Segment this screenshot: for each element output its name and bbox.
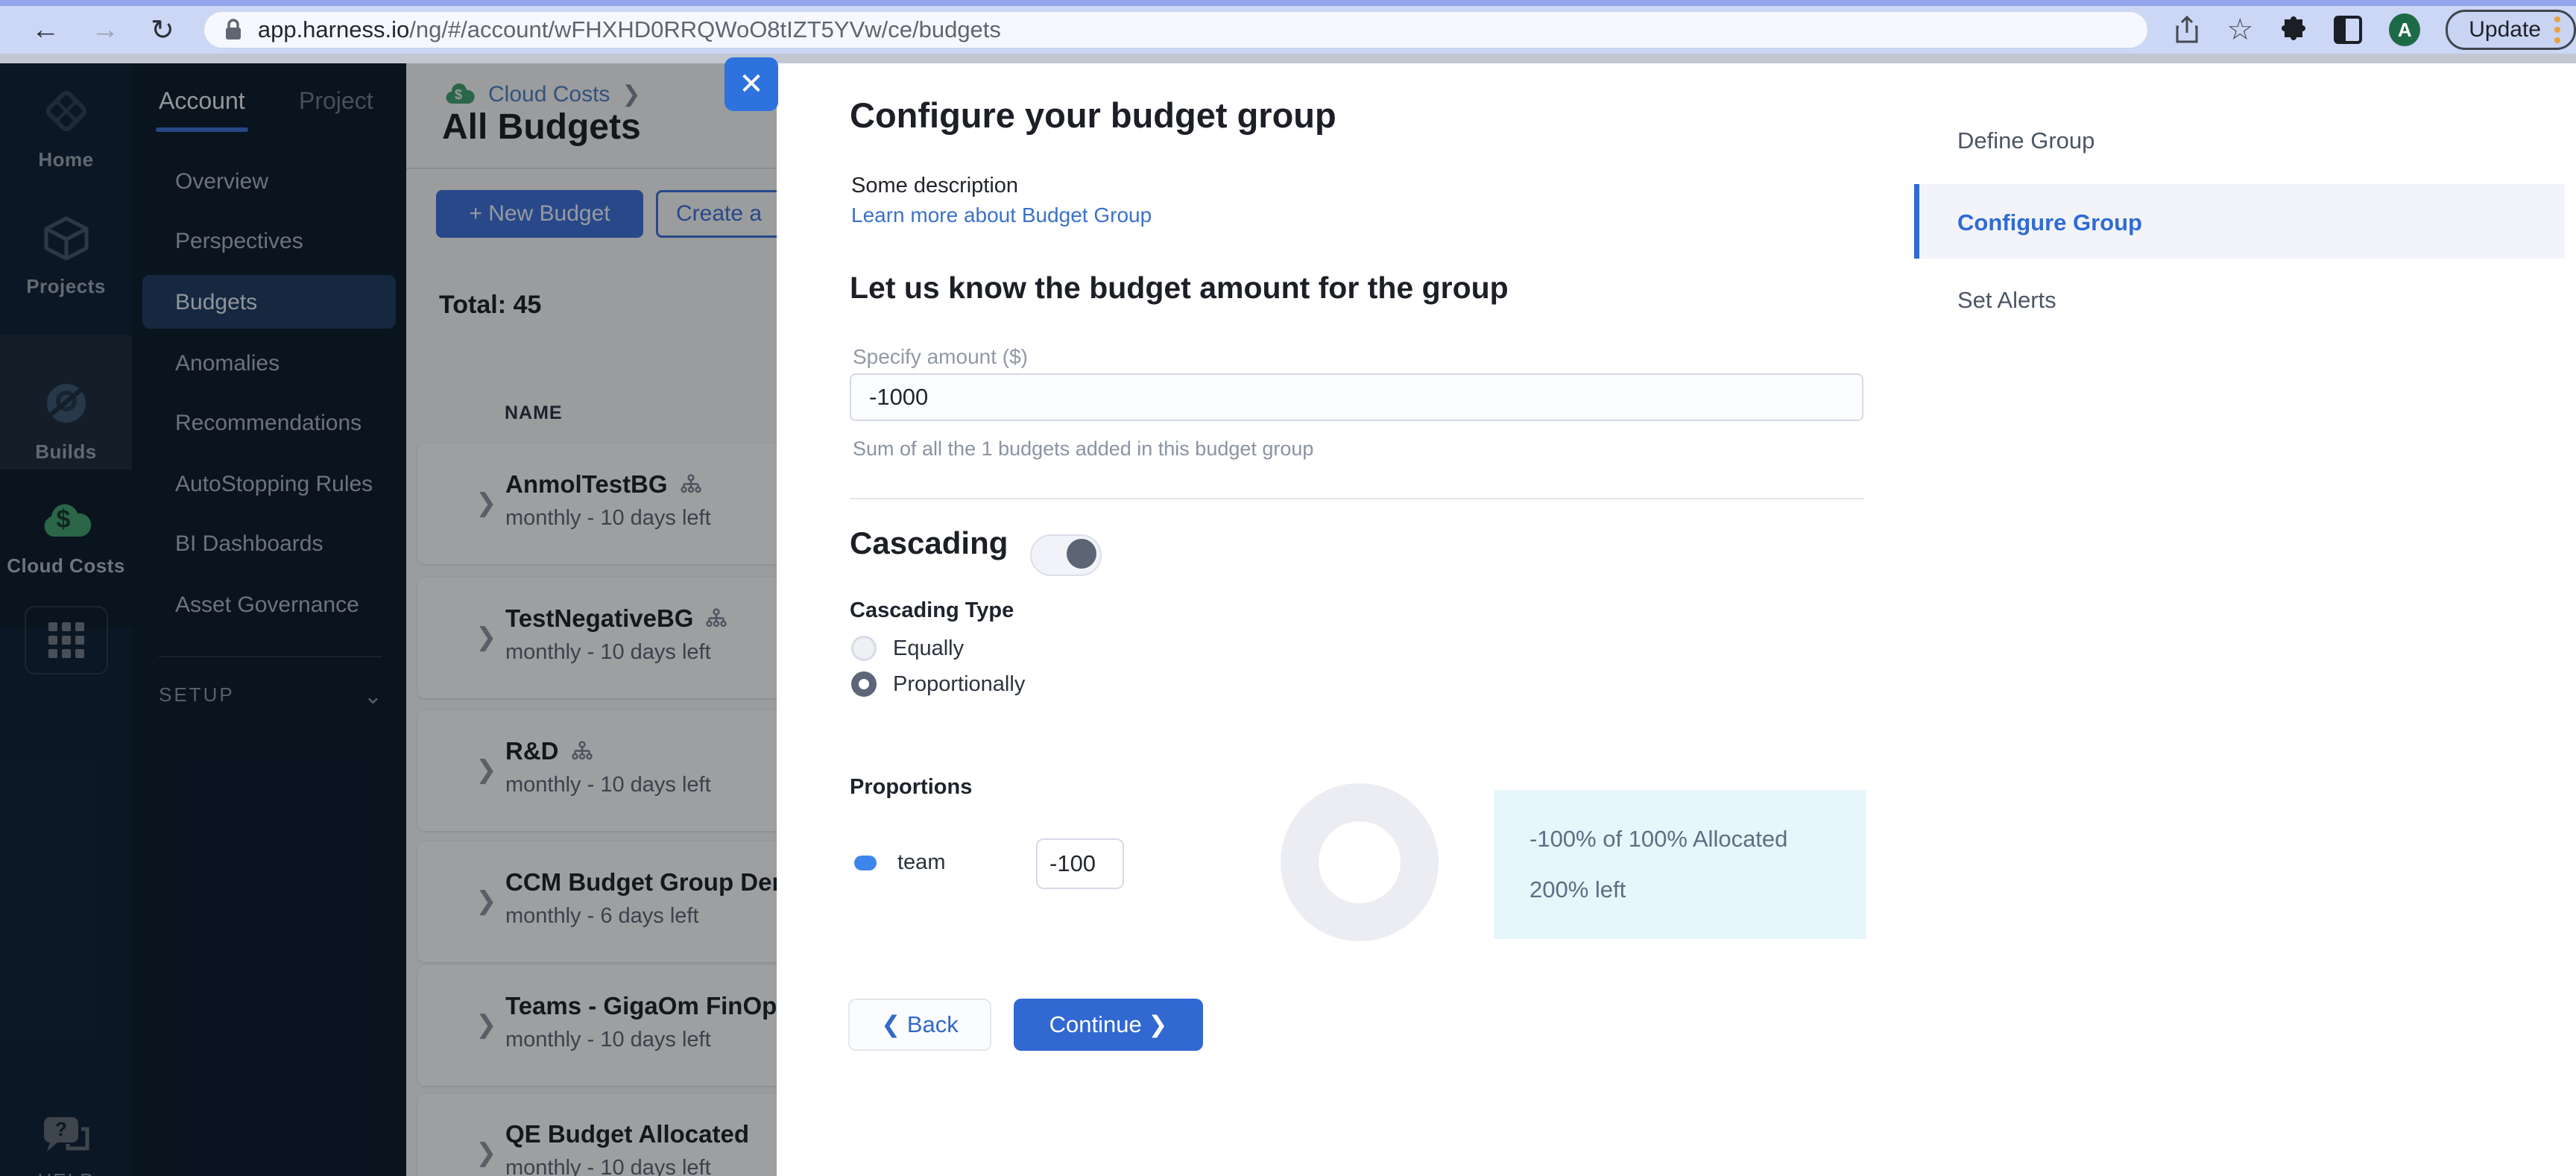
modal-description: Some description [851, 174, 1019, 197]
avatar-letter: A [2397, 18, 2412, 41]
modal-title: Configure your budget group [850, 95, 1336, 135]
chevron-right-icon: ❯ [1141, 1011, 1168, 1037]
radio-icon-on[interactable] [851, 671, 877, 697]
proportions-heading: Proportions [850, 775, 973, 799]
wizard-stepper: Define Group Configure Group Set Alerts [1914, 63, 2576, 1176]
amount-section-heading: Let us know the budget amount for the gr… [850, 271, 1509, 305]
proportion-input[interactable] [1036, 838, 1124, 889]
proportion-color-dot [854, 855, 877, 870]
learn-more-link[interactable]: Learn more about Budget Group [851, 203, 1152, 227]
step-set-alerts[interactable]: Set Alerts [1957, 287, 2056, 314]
back-button[interactable]: ❮ Back [848, 999, 991, 1051]
window-top-edge [0, 0, 2576, 6]
url-host: app.harness.io [257, 16, 410, 42]
forward-icon[interactable]: → [91, 14, 119, 46]
amount-input[interactable] [850, 373, 1863, 421]
allocation-summary-box: -100% of 100% Allocated 200% left [1494, 790, 1866, 939]
radio-equally[interactable]: Equally [851, 636, 964, 661]
radio-proportionally-label: Proportionally [893, 671, 1026, 696]
amount-helper-text: Sum of all the 1 budgets added in this b… [853, 437, 1314, 460]
url-bar[interactable]: app.harness.io/ng/#/account/wFHXHD0RRQWo… [203, 12, 2148, 48]
bookmark-star-icon[interactable]: ☆ [2226, 13, 2253, 47]
avatar[interactable]: A [2389, 13, 2421, 46]
back-label: Back [906, 1011, 959, 1037]
radio-proportionally[interactable]: Proportionally [851, 671, 1025, 697]
lock-icon [224, 18, 243, 42]
cascading-toggle[interactable] [1030, 534, 1102, 576]
left-text: 200% left [1530, 876, 1626, 902]
proportion-budget-name: team [897, 850, 946, 874]
radio-equally-label: Equally [893, 636, 965, 660]
cascading-heading: Cascading [850, 525, 1008, 560]
close-icon[interactable]: ✕ [724, 57, 778, 111]
chrome-divider [0, 54, 2576, 63]
url-path: /ng/#/account/wFHXHD0RRQWoO8tIZT5YVw/ce/… [409, 16, 1001, 42]
browser-toolbar: ← → ↻ app.harness.io/ng/#/account/wFHXHD… [0, 6, 2576, 54]
screen: ← → ↻ app.harness.io/ng/#/account/wFHXHD… [0, 0, 2576, 1176]
section-divider [850, 498, 1863, 499]
chevron-left-icon: ❮ [881, 1011, 907, 1037]
step-configure-group[interactable]: Configure Group [1957, 209, 2142, 236]
extensions-puzzle-icon[interactable] [2280, 16, 2307, 43]
step-define-group[interactable]: Define Group [1957, 127, 2094, 154]
share-icon[interactable] [2174, 16, 2200, 44]
reload-icon[interactable]: ↻ [151, 13, 174, 47]
budget-group-modal: ✕ Configure your budget group Some descr… [724, 57, 2576, 1176]
amount-label: Specify amount ($) [853, 345, 1028, 368]
allocation-donut-chart [1281, 783, 1439, 941]
proportion-row: team [854, 850, 945, 875]
update-button[interactable]: Update [2446, 10, 2576, 50]
toggle-knob [1067, 539, 1096, 569]
browser-menu-kebab-icon[interactable] [2554, 14, 2560, 45]
back-icon[interactable]: ← [31, 14, 60, 46]
continue-button[interactable]: Continue ❯ [1014, 999, 1203, 1051]
continue-label: Continue [1049, 1011, 1142, 1037]
side-panel-icon[interactable] [2334, 16, 2363, 44]
allocated-text: -100% of 100% Allocated [1530, 826, 1788, 852]
cascading-type-label: Cascading Type [850, 598, 1014, 622]
modal-overlay [0, 63, 777, 1176]
update-label: Update [2469, 17, 2541, 42]
radio-icon-off[interactable] [851, 636, 877, 661]
